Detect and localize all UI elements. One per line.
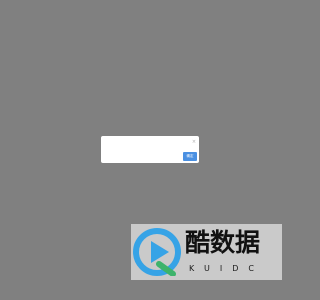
alert-dialog: × 确定 (101, 136, 199, 163)
watermark-title: 酷数据 (185, 228, 261, 257)
watermark-subtitle: KUIDC (189, 264, 264, 273)
kuidc-logo-icon (133, 228, 181, 276)
close-icon[interactable]: × (191, 139, 197, 145)
ok-button[interactable]: 确定 (183, 152, 197, 161)
watermark: 酷数据 KUIDC (131, 224, 282, 280)
